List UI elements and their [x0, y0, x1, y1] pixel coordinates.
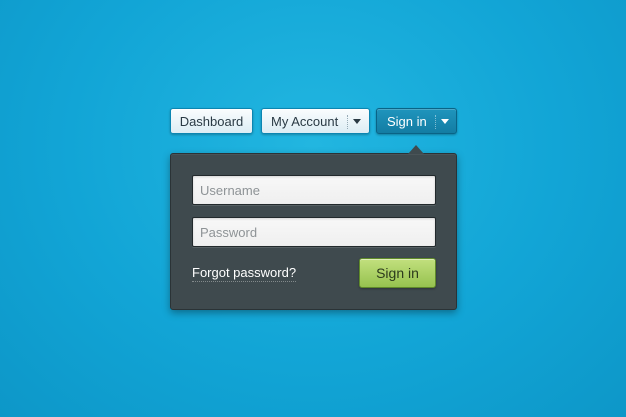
- password-input[interactable]: [192, 217, 436, 247]
- dashboard-button-label: Dashboard: [179, 113, 244, 129]
- dashboard-button[interactable]: Dashboard: [170, 108, 253, 134]
- dropdown-separator: [347, 115, 348, 129]
- dropdown-separator: [435, 115, 436, 129]
- sign-in-menu-button[interactable]: Sign in: [376, 108, 457, 134]
- panel-pointer-icon: [408, 145, 424, 154]
- login-dropdown-panel: Forgot password? Sign in: [170, 145, 457, 310]
- sign-in-menu-label: Sign in: [387, 113, 427, 129]
- my-account-button-label: My Account: [271, 113, 339, 129]
- sign-in-submit-button[interactable]: Sign in: [359, 258, 436, 288]
- my-account-button[interactable]: My Account: [261, 108, 370, 134]
- chevron-down-icon[interactable]: [441, 119, 449, 124]
- forgot-password-link[interactable]: Forgot password?: [192, 265, 297, 282]
- username-input[interactable]: [192, 175, 436, 205]
- chevron-down-icon[interactable]: [353, 119, 361, 124]
